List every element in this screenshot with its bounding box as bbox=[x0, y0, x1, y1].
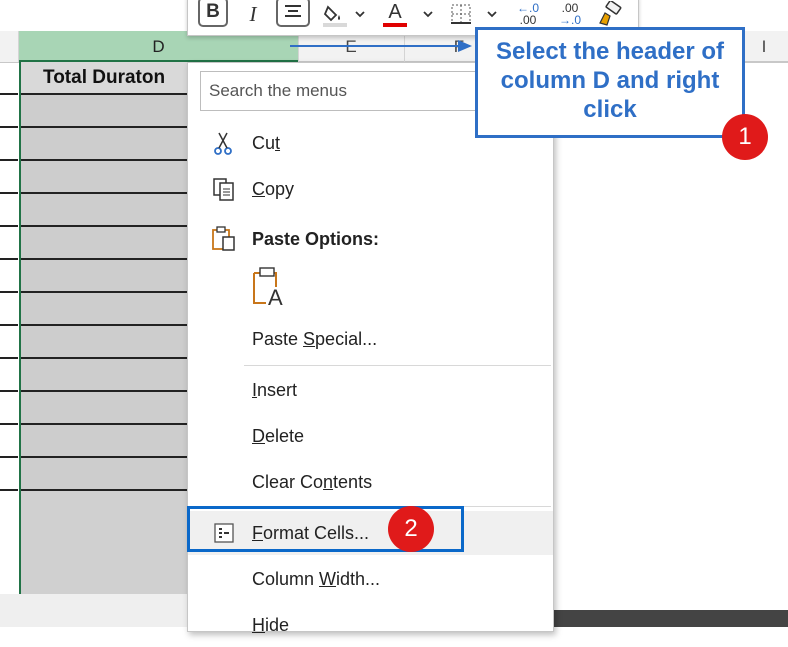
align-center-button[interactable] bbox=[276, 0, 310, 27]
cell-d-header[interactable]: Total Duraton bbox=[21, 62, 189, 95]
svg-text:A: A bbox=[268, 285, 283, 309]
grid-row[interactable] bbox=[21, 326, 189, 359]
grid-row bbox=[0, 194, 18, 227]
font-color-dropdown[interactable] bbox=[420, 0, 436, 30]
grid-row bbox=[0, 128, 18, 161]
paste-text-only-icon: A bbox=[253, 267, 283, 310]
grid-row[interactable] bbox=[21, 392, 189, 425]
grid-column-d[interactable]: Total Duraton bbox=[19, 62, 189, 602]
grid-row[interactable] bbox=[21, 227, 189, 260]
menu-item-column-width[interactable]: Column Width... bbox=[188, 557, 553, 601]
grid-row[interactable] bbox=[21, 458, 189, 491]
menu-label-cut: Cut bbox=[252, 133, 281, 153]
status-bar bbox=[0, 594, 188, 627]
decrease-decimal-bottom: →.0 bbox=[558, 13, 581, 27]
grid-row[interactable] bbox=[21, 194, 189, 227]
menu-label-delete: Delete bbox=[252, 426, 305, 446]
menu-label-insert: Insert bbox=[252, 380, 298, 400]
column-divider bbox=[18, 31, 19, 62]
grid-row bbox=[0, 62, 18, 95]
chevron-down-icon bbox=[355, 11, 365, 18]
menu-label-column-width: Column Width... bbox=[252, 569, 381, 589]
grid-row bbox=[0, 359, 18, 392]
chevron-down-icon bbox=[487, 11, 497, 18]
grid-row bbox=[0, 293, 18, 326]
menu-label-paste-options: Paste Options: bbox=[252, 229, 380, 249]
menu-item-paste-special[interactable]: Paste Special... bbox=[188, 317, 553, 361]
format-painter-button[interactable] bbox=[594, 0, 626, 30]
menu-item-delete[interactable]: Delete bbox=[188, 414, 553, 458]
grid-row[interactable] bbox=[21, 425, 189, 458]
sheet-scrollbar[interactable] bbox=[554, 610, 788, 627]
bold-button[interactable]: B bbox=[198, 0, 228, 27]
grid-row[interactable] bbox=[21, 260, 189, 293]
paste-keep-text-button[interactable]: A bbox=[250, 265, 290, 310]
grid-column-c bbox=[0, 62, 18, 494]
fill-color-dropdown[interactable] bbox=[352, 0, 368, 30]
borders-button[interactable] bbox=[446, 0, 476, 30]
step-badge-2: 2 bbox=[388, 506, 434, 552]
grid-row bbox=[0, 458, 18, 491]
grid-row bbox=[0, 161, 18, 194]
column-header-i[interactable]: I bbox=[740, 31, 788, 62]
menu-item-copy[interactable]: Copy bbox=[188, 167, 553, 211]
menu-item-paste-options: Paste Options: bbox=[188, 217, 553, 261]
increase-decimal-button[interactable]: ←.0 .00 bbox=[510, 0, 546, 30]
instruction-callout: Select the header of column D and right … bbox=[475, 27, 745, 138]
grid-row[interactable] bbox=[21, 128, 189, 161]
grid-row[interactable] bbox=[21, 161, 189, 194]
menu-item-insert[interactable]: Insert bbox=[188, 368, 553, 412]
paint-bucket-icon bbox=[323, 5, 347, 27]
menu-item-clear-contents[interactable]: Clear Contents bbox=[188, 460, 553, 504]
menu-label-copy: Copy bbox=[252, 179, 295, 199]
italic-button[interactable]: I bbox=[240, 0, 266, 30]
font-color-bar bbox=[383, 22, 407, 27]
fill-color-button[interactable] bbox=[320, 0, 350, 30]
menu-separator bbox=[244, 365, 551, 366]
grid-row[interactable] bbox=[21, 95, 189, 128]
format-painter-icon bbox=[599, 1, 622, 26]
scissors-icon bbox=[214, 132, 232, 155]
grid-row bbox=[0, 260, 18, 293]
paste-clipboard-icon bbox=[212, 226, 235, 251]
callout-line: click bbox=[583, 96, 637, 123]
borders-dropdown[interactable] bbox=[484, 0, 500, 30]
font-color-letter: A bbox=[388, 0, 402, 23]
grid-row bbox=[0, 326, 18, 359]
menu-item-hide[interactable]: Hide bbox=[188, 603, 553, 647]
copy-icon bbox=[213, 178, 234, 201]
menu-label-clear-contents: Clear Contents bbox=[252, 472, 373, 492]
grid-row[interactable] bbox=[21, 293, 189, 326]
callout-line: Select the header of bbox=[495, 38, 725, 65]
grid-row bbox=[0, 392, 18, 425]
grid-row bbox=[0, 95, 18, 128]
grid-row[interactable] bbox=[21, 359, 189, 392]
menu-label-paste-special: Paste Special... bbox=[252, 329, 378, 349]
callout-line: column D and right bbox=[500, 67, 720, 94]
decrease-decimal-button[interactable]: .00 →.0 bbox=[552, 0, 588, 30]
grid-row bbox=[0, 227, 18, 260]
menu-label-hide: Hide bbox=[252, 615, 290, 635]
borders-icon bbox=[451, 4, 471, 24]
align-center-icon bbox=[285, 5, 301, 17]
font-color-button[interactable]: A bbox=[380, 0, 410, 30]
grid-row bbox=[0, 425, 18, 458]
callout-arrow bbox=[290, 40, 472, 52]
step-badge-1: 1 bbox=[722, 114, 768, 160]
increase-decimal-bottom: .00 bbox=[519, 13, 537, 27]
chevron-down-icon bbox=[423, 11, 433, 18]
